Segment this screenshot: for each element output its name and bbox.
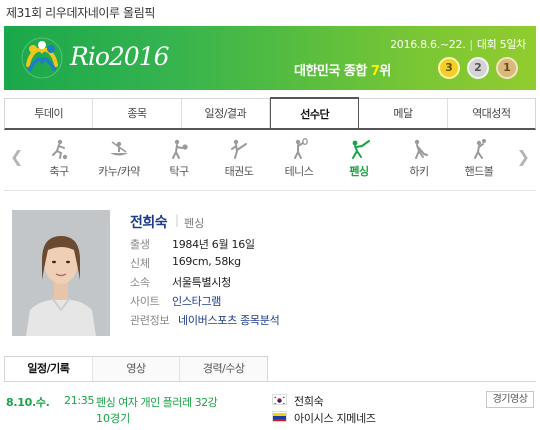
table-tennis-icon (172, 139, 188, 159)
match-time: 21:35 (64, 394, 95, 407)
sport-item-tennis[interactable]: 테니스 (269, 136, 329, 179)
tab-today[interactable]: 투데이 (5, 99, 94, 128)
match-date: 8.10.수. (6, 396, 50, 409)
tab-history[interactable]: 역대성적 (448, 99, 535, 128)
olympic-banner[interactable]: Rio2016 2016.8.6.~22. | 대회 5일차 대한민국 종합 7위 … (4, 26, 536, 90)
canoe-icon (110, 141, 128, 156)
silver-medal-count[interactable]: 2 (467, 57, 489, 79)
handball-icon (474, 139, 486, 159)
tab-team[interactable]: 선수단 (269, 97, 360, 128)
athlete-portrait-icon (12, 210, 110, 336)
sport-item-fencing[interactable]: 펜싱 (329, 136, 389, 179)
gold-medal-count[interactable]: 3 (438, 57, 460, 79)
rank-prefix: 대한민국 종합 (294, 64, 371, 79)
rio2016-emblem-icon (21, 37, 63, 79)
tab-sports[interactable]: 종목 (93, 99, 182, 128)
chevron-right-icon[interactable]: ❯ (517, 147, 530, 166)
day-count: 대회 5일차 (476, 38, 526, 51)
divider (268, 381, 536, 382)
date-divider: | (469, 38, 473, 51)
name-divider: | (175, 213, 180, 227)
sport-nav: ❮ 축구 카누/카약 탁구 태권도 테니스 펜싱 하키 핸드볼 ❯ (4, 136, 536, 184)
match-round: 10경기 (96, 412, 131, 425)
football-icon (52, 139, 68, 160)
instagram-link[interactable]: 인스타그램 (172, 293, 221, 309)
sport-label: 하키 (409, 165, 429, 178)
naver-sports-analysis-link[interactable]: 네이버스포츠 종목분석 (178, 312, 280, 328)
hockey-icon (414, 139, 428, 159)
tab-medals[interactable]: 메달 (359, 99, 448, 128)
tab-video[interactable]: 영상 (92, 357, 181, 381)
athlete-photo (12, 210, 110, 336)
player-name: 아이시스 지메네즈 (294, 412, 376, 425)
sport-label: 카누/카약 (98, 165, 140, 178)
sport-item-football[interactable]: 축구 (29, 136, 89, 179)
date-range: 2016.8.6.~22. (390, 38, 466, 51)
rank-suffix: 위 (379, 64, 391, 79)
info-value: 1984년 6월 16일 (172, 238, 255, 251)
sport-label: 테니스 (284, 165, 314, 178)
player-name: 전희숙 (294, 395, 324, 408)
flag-venezuela-icon (272, 411, 287, 422)
olympic-dates: 2016.8.6.~22. | 대회 5일차 (390, 36, 526, 52)
sport-label: 태권도 (224, 165, 254, 178)
sport-item-taekwondo[interactable]: 태권도 (209, 136, 269, 179)
bronze-medal-count[interactable]: 1 (496, 57, 518, 79)
info-value: 서울특별시청 (172, 276, 231, 289)
divider (4, 190, 536, 191)
tab-schedule-results[interactable]: 일정/결과 (182, 99, 270, 128)
sport-item-canoe[interactable]: 카누/카약 (89, 136, 149, 179)
match-event[interactable]: 펜싱 여자 개인 플러레 32강 (96, 394, 218, 410)
tennis-icon (294, 138, 308, 159)
sport-label: 탁구 (169, 165, 189, 178)
tab-career[interactable]: 경력/수상 (180, 357, 269, 381)
flag-korea-icon (272, 394, 287, 405)
korea-overall-rank[interactable]: 대한민국 종합 7위 (294, 60, 391, 79)
athlete-sport: 펜싱 (184, 217, 205, 230)
chevron-left-icon[interactable]: ❮ (10, 147, 23, 166)
sport-label: 축구 (49, 165, 69, 178)
athlete-name: 전희숙 (130, 215, 168, 231)
page-title: 제31회 리우데자네이루 올림픽 (6, 6, 155, 20)
sport-label: 핸드볼 (464, 165, 494, 178)
main-nav: 투데이 종목 일정/결과 선수단 메달 역대성적 (4, 97, 536, 130)
sport-item-hockey[interactable]: 하키 (389, 136, 449, 179)
fencing-icon (352, 140, 370, 159)
rio2016-logo: Rio2016 (70, 42, 169, 71)
info-value: 169cm, 58kg (172, 255, 241, 268)
sport-item-table-tennis[interactable]: 탁구 (149, 136, 209, 179)
sport-label: 펜싱 (349, 165, 369, 178)
athlete-sub-nav: 일정/기록 영상 경력/수상 (4, 356, 269, 382)
sport-item-handball[interactable]: 핸드볼 (449, 136, 509, 179)
tab-schedule-record[interactable]: 일정/기록 (4, 357, 93, 381)
match-video-button[interactable]: 경기영상 (486, 391, 534, 408)
taekwondo-icon (231, 139, 247, 159)
